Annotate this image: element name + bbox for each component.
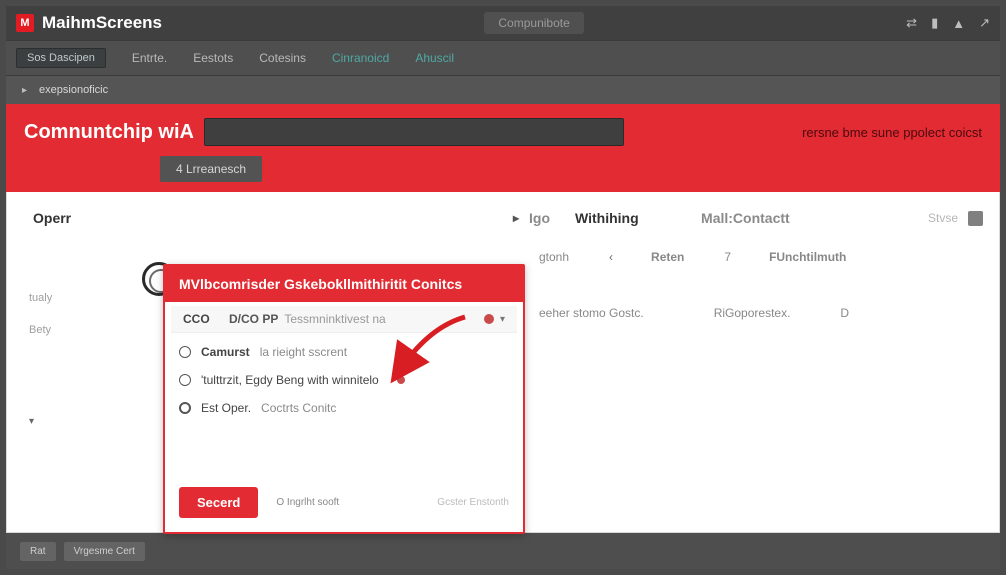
header-note: rersne bme sune ppolect coicst — [802, 125, 982, 140]
dialog-cc-field[interactable]: CCO D/CO PP Tessmninktivest na ▾ — [171, 306, 517, 333]
primary-button[interactable]: Secerd — [179, 487, 258, 518]
footer-btn-2[interactable]: Vrgesme Cert — [64, 542, 145, 561]
option-label: Camurst — [201, 345, 250, 359]
option-dot-icon — [397, 376, 405, 384]
nav-item-3[interactable]: Cotesins — [259, 51, 306, 65]
navbar: Sos Dascipen Entrte. Eestots Cotesins Ci… — [6, 40, 1000, 76]
col-state-box-icon[interactable] — [968, 211, 983, 226]
option-1[interactable]: Camurst la rieight sscrent — [179, 345, 509, 359]
nav-item-2[interactable]: Eestots — [193, 51, 233, 65]
nav-item-4[interactable]: Cinranoicd — [332, 51, 389, 65]
field-tag: D/CO PP — [229, 312, 278, 326]
cell-gtonh: gtonh — [539, 250, 569, 264]
column-headers: Operr ▸ Igo Withihing Mall:Contactt Stvs… — [29, 206, 983, 230]
field-placeholder: Tessmninktivest na — [284, 312, 478, 326]
cell-eeher: eeher stomo Gostc. — [539, 306, 644, 320]
footer-hint-right: Gcster Enstonth — [437, 497, 509, 508]
title-center-tab[interactable]: Compunibote — [484, 12, 583, 34]
external-icon[interactable]: ↗ — [979, 15, 990, 31]
sort-icon[interactable]: ▸ — [513, 211, 519, 225]
breadcrumb-text[interactable]: exepsionoficic — [39, 84, 108, 96]
left-row-labels: tualy Bety ▾ — [29, 292, 52, 427]
dialog-footer: Secerd O Ingrlht sooft Gcster Enstonth — [165, 477, 523, 532]
col-withholding[interactable]: Withihing — [571, 206, 691, 230]
col-open[interactable]: Operr — [29, 206, 115, 230]
header-search-input[interactable] — [204, 118, 624, 146]
angle-left-icon: ‹ — [609, 250, 613, 264]
radio-icon[interactable] — [179, 346, 191, 358]
option-sub: Coctrts Conitc — [261, 401, 336, 415]
breadcrumb: ▸ exepsionoficic — [6, 76, 1000, 104]
option-2[interactable]: 'tulttrzit, Egdy Beng with winnitelo — [179, 373, 509, 387]
cell-d: D — [840, 306, 849, 320]
field-label: CCO — [183, 312, 223, 326]
field-status-dot-icon — [484, 314, 494, 324]
page-title: Comnuntchip wiA — [24, 121, 194, 144]
cell-rigo: RiGoporestex. — [714, 306, 791, 320]
field-dropdown-icon[interactable]: ▾ — [500, 314, 505, 325]
footer-btn-1[interactable]: Rat — [20, 542, 56, 561]
nav-item-1[interactable]: Entrte. — [132, 51, 167, 65]
option-3[interactable]: Est Oper. Coctrts Conitc — [179, 401, 509, 415]
titlebar-actions: ⇄ ▮ ▲ ↗ — [906, 15, 990, 31]
option-label: Est Oper. — [201, 401, 251, 415]
nav-pill[interactable]: Sos Dascipen — [16, 48, 106, 68]
radio-icon[interactable] — [179, 402, 191, 414]
swap-icon[interactable]: ⇄ — [906, 15, 917, 31]
app-title: MaihmScreens — [42, 13, 162, 33]
up-icon[interactable]: ▲ — [952, 16, 965, 31]
expand-caret-icon[interactable]: ▾ — [29, 416, 52, 427]
app-logo-icon: M — [16, 14, 34, 32]
footer-hint: O Ingrlht sooft — [276, 497, 339, 508]
filter-chip[interactable]: 4 Lrreanesch — [160, 156, 262, 182]
dialog-body: Camurst la rieight sscrent 'tulttrzit, E… — [165, 333, 523, 477]
col-state[interactable]: Stvse — [924, 207, 962, 229]
col-igo[interactable]: Igo — [525, 206, 565, 230]
cell-func: FUnchtilmuth — [769, 250, 846, 264]
cell-reten: Reten — [651, 250, 684, 264]
cell-num: 7 — [724, 250, 731, 264]
breadcrumb-caret-icon: ▸ — [22, 85, 27, 96]
footer: Rat Vrgesme Cert — [6, 533, 1000, 569]
option-label: 'tulttrzit, Egdy Beng with winnitelo — [201, 373, 379, 387]
row-label-1: tualy — [29, 292, 52, 304]
dialog: MVlbcomrisder Gskebokllmithiritit Conitc… — [163, 264, 525, 534]
row-label-2: Bety — [29, 324, 52, 336]
bookmark-icon[interactable]: ▮ — [931, 15, 938, 31]
titlebar: M MaihmScreens Compunibote ⇄ ▮ ▲ ↗ — [6, 6, 1000, 40]
col-mailcontact[interactable]: Mall:Contactt — [697, 206, 847, 230]
page-header-band: Comnuntchip wiA rersne bme sune ppolect … — [6, 104, 1000, 192]
dialog-title: MVlbcomrisder Gskebokllmithiritit Conitc… — [165, 266, 523, 302]
nav-item-5[interactable]: Ahuscil — [415, 51, 454, 65]
option-sub: la rieight sscrent — [260, 345, 347, 359]
radio-icon[interactable] — [179, 374, 191, 386]
